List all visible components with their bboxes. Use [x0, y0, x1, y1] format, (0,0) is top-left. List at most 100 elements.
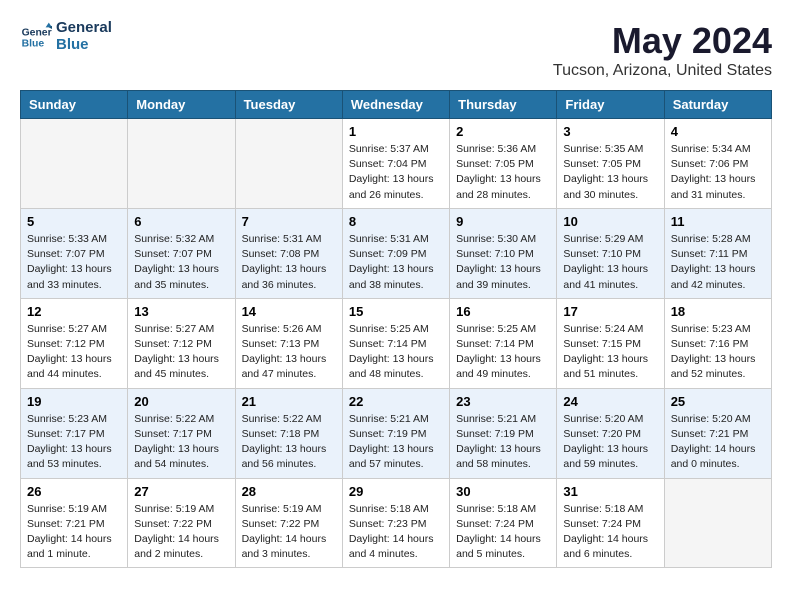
cell-info: Sunrise: 5:36 AMSunset: 7:05 PMDaylight:… — [456, 142, 550, 203]
cell-info: Sunrise: 5:31 AMSunset: 7:08 PMDaylight:… — [242, 232, 336, 293]
calendar-week-row: 5 Sunrise: 5:33 AMSunset: 7:07 PMDaylight… — [21, 208, 772, 298]
cell-date-number: 5 — [27, 214, 121, 229]
cell-date-number: 10 — [563, 214, 657, 229]
calendar-cell: 15Sunrise: 5:25 AMSunset: 7:14 PMDayligh… — [342, 298, 449, 388]
cell-info: Sunrise: 5:32 AMSunset: 7:07 PMDaylight:… — [134, 232, 228, 293]
calendar-cell: 17 Sunrise: 5:24 AMSunset: 7:15 PMDayligh… — [557, 298, 664, 388]
cell-date-number: 20 — [134, 394, 228, 409]
cell-date-number: 13 — [134, 304, 228, 319]
calendar-cell: 11Sunrise: 5:28 AMSunset: 7:11 PMDayligh… — [664, 208, 771, 298]
calendar-cell: 23Sunrise: 5:21 AMSunset: 7:19 PMDayligh… — [450, 388, 557, 478]
calendar-cell: 2 Sunrise: 5:36 AMSunset: 7:05 PMDaylight… — [450, 119, 557, 209]
calendar-week-row: 19Sunrise: 5:23 AMSunset: 7:17 PMDayligh… — [21, 388, 772, 478]
page-title: May 2024 — [553, 20, 772, 62]
calendar-cell: 22Sunrise: 5:21 AMSunset: 7:19 PMDayligh… — [342, 388, 449, 478]
cell-info: Sunrise: 5:21 AMSunset: 7:19 PMDaylight:… — [349, 412, 443, 473]
logo: General Blue General Blue — [20, 20, 112, 53]
svg-text:General: General — [22, 27, 52, 38]
cell-info: Sunrise: 5:23 AMSunset: 7:16 PMDaylight:… — [671, 322, 765, 383]
calendar-cell: 13 Sunrise: 5:27 AMSunset: 7:12 PMDayligh… — [128, 298, 235, 388]
calendar-cell: 7 Sunrise: 5:31 AMSunset: 7:08 PMDaylight… — [235, 208, 342, 298]
calendar-day-header: Friday — [557, 91, 664, 119]
cell-info: Sunrise: 5:18 AMSunset: 7:23 PMDaylight:… — [349, 502, 443, 563]
cell-date-number: 9 — [456, 214, 550, 229]
logo-icon: General Blue — [20, 21, 52, 53]
cell-info: Sunrise: 5:22 AMSunset: 7:17 PMDaylight:… — [134, 412, 228, 473]
calendar-cell: 30 Sunrise: 5:18 AMSunset: 7:24 PMDayligh… — [450, 478, 557, 568]
cell-date-number: 4 — [671, 124, 765, 139]
cell-date-number: 30 — [456, 484, 550, 499]
cell-date-number: 16 — [456, 304, 550, 319]
calendar-cell: 25Sunrise: 5:20 AMSunset: 7:21 PMDayligh… — [664, 388, 771, 478]
cell-info: Sunrise: 5:34 AMSunset: 7:06 PMDaylight:… — [671, 142, 765, 203]
cell-date-number: 18 — [671, 304, 765, 319]
cell-info: Sunrise: 5:31 AMSunset: 7:09 PMDaylight:… — [349, 232, 443, 293]
calendar-cell: 1Sunrise: 5:37 AMSunset: 7:04 PMDaylight… — [342, 119, 449, 209]
calendar-cell — [128, 119, 235, 209]
calendar-cell: 5 Sunrise: 5:33 AMSunset: 7:07 PMDaylight… — [21, 208, 128, 298]
calendar-cell: 3Sunrise: 5:35 AMSunset: 7:05 PMDaylight… — [557, 119, 664, 209]
calendar-cell: 27 Sunrise: 5:19 AMSunset: 7:22 PMDayligh… — [128, 478, 235, 568]
svg-text:Blue: Blue — [22, 38, 45, 49]
calendar-cell: 21Sunrise: 5:22 AMSunset: 7:18 PMDayligh… — [235, 388, 342, 478]
calendar-header-row: SundayMondayTuesdayWednesdayThursdayFrid… — [21, 91, 772, 119]
cell-date-number: 12 — [27, 304, 121, 319]
calendar-cell: 20 Sunrise: 5:22 AMSunset: 7:17 PMDayligh… — [128, 388, 235, 478]
calendar-cell: 16 Sunrise: 5:25 AMSunset: 7:14 PMDayligh… — [450, 298, 557, 388]
cell-info: Sunrise: 5:29 AMSunset: 7:10 PMDaylight:… — [563, 232, 657, 293]
cell-date-number: 24 — [563, 394, 657, 409]
cell-info: Sunrise: 5:25 AMSunset: 7:14 PMDaylight:… — [349, 322, 443, 383]
title-section: May 2024 Tucson, Arizona, United States — [553, 20, 772, 80]
cell-info: Sunrise: 5:19 AMSunset: 7:21 PMDaylight:… — [27, 502, 121, 563]
cell-info: Sunrise: 5:18 AMSunset: 7:24 PMDaylight:… — [456, 502, 550, 563]
calendar-cell: 6Sunrise: 5:32 AMSunset: 7:07 PMDaylight… — [128, 208, 235, 298]
calendar-week-row: 1Sunrise: 5:37 AMSunset: 7:04 PMDaylight… — [21, 119, 772, 209]
cell-date-number: 17 — [563, 304, 657, 319]
page-subtitle: Tucson, Arizona, United States — [553, 62, 772, 80]
cell-info: Sunrise: 5:25 AMSunset: 7:14 PMDaylight:… — [456, 322, 550, 383]
cell-info: Sunrise: 5:18 AMSunset: 7:24 PMDaylight:… — [563, 502, 657, 563]
calendar-cell: 18 Sunrise: 5:23 AMSunset: 7:16 PMDayligh… — [664, 298, 771, 388]
calendar-cell — [664, 478, 771, 568]
calendar-cell: 28Sunrise: 5:19 AMSunset: 7:22 PMDayligh… — [235, 478, 342, 568]
page-header: General Blue General Blue May 2024 Tucso… — [20, 20, 772, 80]
cell-info: Sunrise: 5:33 AMSunset: 7:07 PMDaylight:… — [27, 232, 121, 293]
calendar-body: 1Sunrise: 5:37 AMSunset: 7:04 PMDaylight… — [21, 119, 772, 568]
cell-date-number: 28 — [242, 484, 336, 499]
calendar-cell: 31 Sunrise: 5:18 AMSunset: 7:24 PMDayligh… — [557, 478, 664, 568]
calendar-day-header: Saturday — [664, 91, 771, 119]
cell-info: Sunrise: 5:21 AMSunset: 7:19 PMDaylight:… — [456, 412, 550, 473]
calendar-cell: 14 Sunrise: 5:26 AMSunset: 7:13 PMDayligh… — [235, 298, 342, 388]
cell-date-number: 14 — [242, 304, 336, 319]
cell-date-number: 31 — [563, 484, 657, 499]
cell-info: Sunrise: 5:26 AMSunset: 7:13 PMDaylight:… — [242, 322, 336, 383]
calendar-day-header: Monday — [128, 91, 235, 119]
cell-info: Sunrise: 5:27 AMSunset: 7:12 PMDaylight:… — [27, 322, 121, 383]
cell-info: Sunrise: 5:30 AMSunset: 7:10 PMDaylight:… — [456, 232, 550, 293]
calendar-cell: 24Sunrise: 5:20 AMSunset: 7:20 PMDayligh… — [557, 388, 664, 478]
cell-info: Sunrise: 5:19 AMSunset: 7:22 PMDaylight:… — [134, 502, 228, 563]
calendar-table: SundayMondayTuesdayWednesdayThursdayFrid… — [20, 90, 772, 568]
calendar-cell: 12 Sunrise: 5:27 AMSunset: 7:12 PMDayligh… — [21, 298, 128, 388]
cell-info: Sunrise: 5:20 AMSunset: 7:21 PMDaylight:… — [671, 412, 765, 473]
cell-date-number: 7 — [242, 214, 336, 229]
cell-info: Sunrise: 5:27 AMSunset: 7:12 PMDaylight:… — [134, 322, 228, 383]
calendar-day-header: Tuesday — [235, 91, 342, 119]
cell-date-number: 21 — [242, 394, 336, 409]
logo-line1: General — [56, 20, 112, 37]
cell-info: Sunrise: 5:24 AMSunset: 7:15 PMDaylight:… — [563, 322, 657, 383]
calendar-cell: 19Sunrise: 5:23 AMSunset: 7:17 PMDayligh… — [21, 388, 128, 478]
calendar-cell: 4 Sunrise: 5:34 AMSunset: 7:06 PMDaylight… — [664, 119, 771, 209]
cell-date-number: 27 — [134, 484, 228, 499]
calendar-day-header: Sunday — [21, 91, 128, 119]
cell-date-number: 26 — [27, 484, 121, 499]
cell-info: Sunrise: 5:37 AMSunset: 7:04 PMDaylight:… — [349, 142, 443, 203]
calendar-day-header: Wednesday — [342, 91, 449, 119]
calendar-cell — [235, 119, 342, 209]
cell-date-number: 2 — [456, 124, 550, 139]
logo-line2: Blue — [56, 37, 112, 54]
calendar-cell — [21, 119, 128, 209]
cell-info: Sunrise: 5:28 AMSunset: 7:11 PMDaylight:… — [671, 232, 765, 293]
cell-date-number: 29 — [349, 484, 443, 499]
cell-date-number: 19 — [27, 394, 121, 409]
